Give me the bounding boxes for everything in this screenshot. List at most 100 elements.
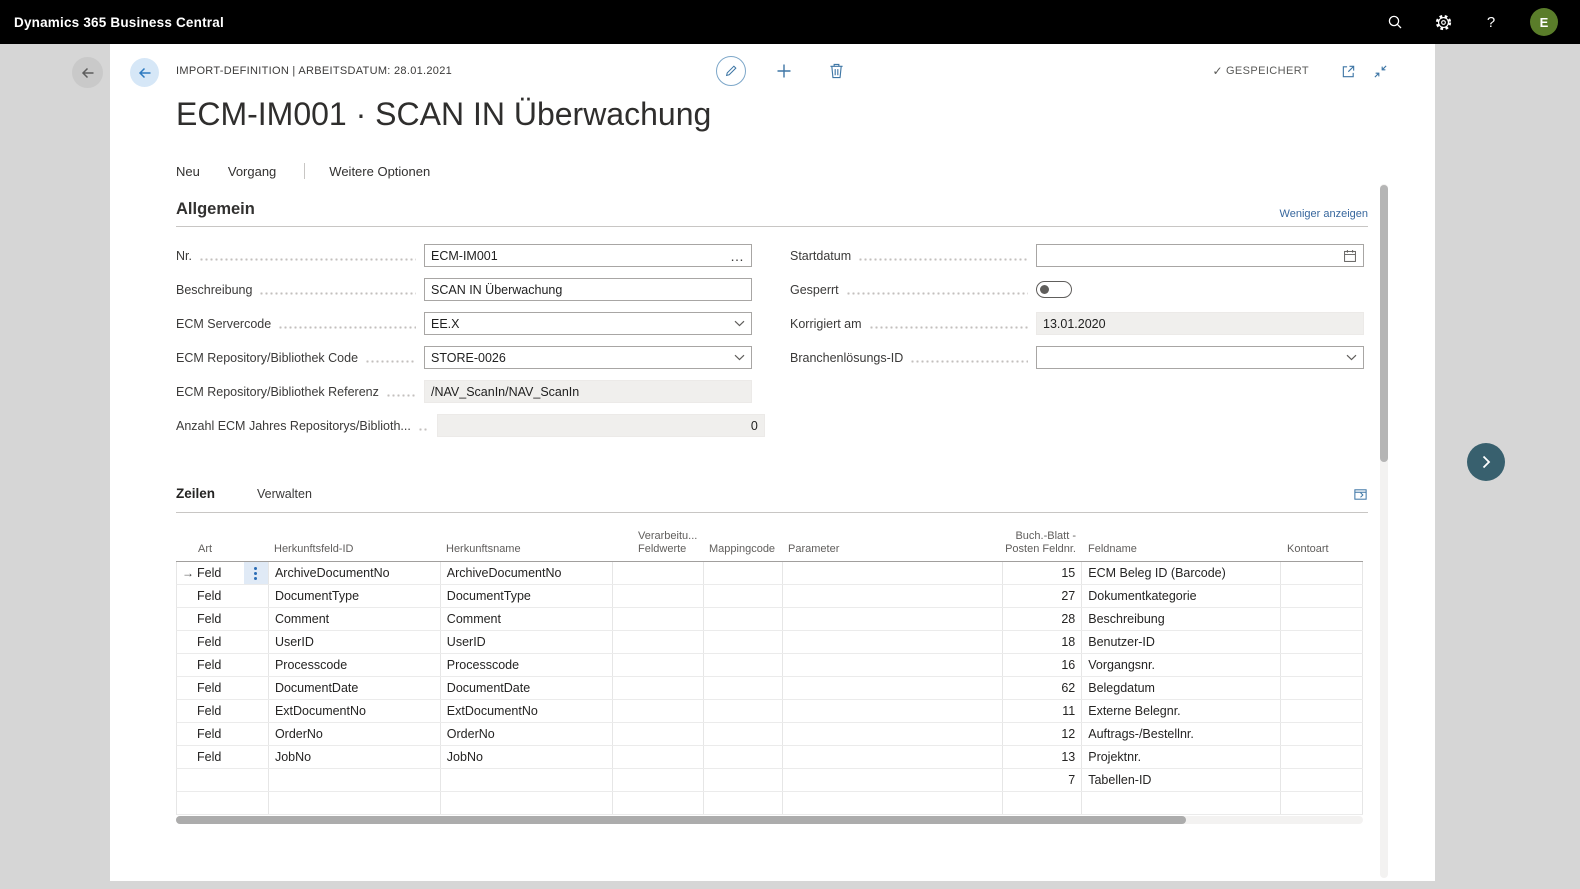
cell-feldnr[interactable]: 28	[1003, 608, 1082, 630]
cell-param[interactable]	[783, 677, 1004, 699]
cell-mapping[interactable]	[704, 585, 783, 607]
cell-art[interactable]: Feld	[177, 746, 244, 768]
cell-hfid[interactable]: DocumentDate	[269, 677, 441, 699]
cell-feldname[interactable]: Projektnr.	[1082, 746, 1281, 768]
cell-feldnr[interactable]: 7	[1003, 769, 1082, 791]
cell-feldname[interactable]: Auftrags-/Bestellnr.	[1082, 723, 1281, 745]
column-header-verarb[interactable]: Verarbeitu...Feldwerte	[612, 520, 703, 561]
cell-hfid[interactable]: Processcode	[269, 654, 441, 676]
cell-param[interactable]	[783, 769, 1004, 791]
edit-button[interactable]	[716, 56, 746, 86]
cell-hname[interactable]: DocumentType	[441, 585, 613, 607]
cell-hname[interactable]: ExtDocumentNo	[441, 700, 613, 722]
cell-hfid[interactable]: ArchiveDocumentNo	[269, 562, 441, 584]
table-row[interactable]: FeldProcesscodeProcesscode16Vorgangsnr.	[176, 654, 1363, 677]
cell-feldnr[interactable]: 16	[1003, 654, 1082, 676]
cell-feldname[interactable]: Belegdatum	[1082, 677, 1281, 699]
page-back-button[interactable]	[130, 58, 159, 87]
cell-hfid[interactable]: DocumentType	[269, 585, 441, 607]
cell-kontoart[interactable]	[1281, 585, 1363, 607]
cell-dots[interactable]	[244, 769, 269, 791]
repo-code-field[interactable]	[424, 346, 752, 369]
table-row[interactable]: FeldCommentComment28Beschreibung	[176, 608, 1363, 631]
cell-hname[interactable]: OrderNo	[441, 723, 613, 745]
column-header-feldnr[interactable]: Buch.-Blatt -Posten Feldnr.	[1003, 520, 1082, 561]
table-row[interactable]: →FeldArchiveDocumentNoArchiveDocumentNo1…	[176, 562, 1363, 585]
cell-mapping[interactable]	[704, 723, 783, 745]
calendar-icon[interactable]	[1343, 249, 1357, 263]
cell-feldname[interactable]: Dokumentkategorie	[1082, 585, 1281, 607]
menu-vorgang[interactable]: Vorgang	[228, 164, 276, 179]
menu-weitere-optionen[interactable]: Weitere Optionen	[329, 164, 430, 179]
cell-verarb[interactable]	[613, 631, 704, 653]
cell-dots[interactable]	[244, 608, 269, 630]
column-header-hfid[interactable]: Herkunftsfeld-ID	[268, 520, 440, 561]
cell-feldname[interactable]: ECM Beleg ID (Barcode)	[1082, 562, 1281, 584]
horizontal-scrollbar[interactable]	[176, 816, 1363, 824]
cell-feldnr[interactable]: 11	[1003, 700, 1082, 722]
cell-feldnr[interactable]: 12	[1003, 723, 1082, 745]
cell-art[interactable]: Feld	[177, 723, 244, 745]
table-row[interactable]: FeldJobNoJobNo13Projektnr.	[176, 746, 1363, 769]
cell-hname[interactable]: DocumentDate	[441, 677, 613, 699]
cell-hname[interactable]: JobNo	[441, 746, 613, 768]
horizontal-scrollbar-thumb[interactable]	[176, 816, 1186, 824]
cell-kontoart[interactable]	[1281, 723, 1363, 745]
cell-feldnr[interactable]: 15	[1003, 562, 1082, 584]
cell-verarb[interactable]	[613, 562, 704, 584]
cell-feldnr[interactable]	[1003, 792, 1082, 814]
cell-art[interactable]	[177, 792, 244, 814]
chevron-down-icon[interactable]	[734, 354, 745, 361]
cell-art[interactable]: Feld	[177, 654, 244, 676]
open-in-new-window-icon[interactable]	[1337, 60, 1359, 82]
cell-mapping[interactable]	[704, 792, 783, 814]
cell-kontoart[interactable]	[1281, 608, 1363, 630]
cell-kontoart[interactable]	[1281, 654, 1363, 676]
cell-param[interactable]	[783, 746, 1004, 768]
cell-hname[interactable]	[441, 792, 613, 814]
cell-art[interactable]	[177, 769, 244, 791]
cell-param[interactable]	[783, 723, 1004, 745]
cell-param[interactable]	[783, 700, 1004, 722]
cell-dots[interactable]	[244, 792, 269, 814]
cell-verarb[interactable]	[613, 723, 704, 745]
cell-hname[interactable]: Processcode	[441, 654, 613, 676]
cell-kontoart[interactable]	[1281, 677, 1363, 699]
row-menu-icon[interactable]	[254, 572, 257, 575]
cell-dots[interactable]	[244, 585, 269, 607]
table-row[interactable]: FeldDocumentTypeDocumentType27Dokumentka…	[176, 585, 1363, 608]
cell-verarb[interactable]	[613, 608, 704, 630]
nr-field[interactable]: …	[424, 244, 752, 267]
new-button[interactable]	[770, 57, 798, 85]
cell-kontoart[interactable]	[1281, 700, 1363, 722]
vertical-scrollbar-thumb[interactable]	[1380, 185, 1388, 462]
cell-hfid[interactable]: OrderNo	[269, 723, 441, 745]
cell-kontoart[interactable]	[1281, 769, 1363, 791]
repo-code-input[interactable]	[431, 351, 730, 365]
cell-param[interactable]	[783, 585, 1004, 607]
column-header-mapping[interactable]: Mappingcode	[703, 520, 782, 561]
assist-edit-icon[interactable]: …	[730, 251, 745, 261]
open-lines-in-window-icon[interactable]	[1353, 487, 1368, 502]
cell-hname[interactable]	[441, 769, 613, 791]
lines-manage-menu[interactable]: Verwalten	[257, 487, 312, 501]
cell-feldname[interactable]: Externe Belegnr.	[1082, 700, 1281, 722]
cell-verarb[interactable]	[613, 654, 704, 676]
cell-dots[interactable]	[244, 700, 269, 722]
cell-verarb[interactable]	[613, 585, 704, 607]
cell-feldname[interactable]: Benutzer-ID	[1082, 631, 1281, 653]
cell-feldnr[interactable]: 18	[1003, 631, 1082, 653]
cell-feldname[interactable]	[1082, 792, 1281, 814]
collapse-view-icon[interactable]	[1369, 60, 1391, 82]
column-header-feldname[interactable]: Feldname	[1082, 520, 1281, 561]
column-header-param[interactable]: Parameter	[782, 520, 1003, 561]
beschreibung-field[interactable]	[424, 278, 752, 301]
cell-mapping[interactable]	[704, 700, 783, 722]
cell-dots[interactable]	[244, 654, 269, 676]
cell-hname[interactable]: Comment	[441, 608, 613, 630]
app-title[interactable]: Dynamics 365 Business Central	[0, 15, 224, 30]
cell-dots[interactable]	[244, 631, 269, 653]
cell-hname[interactable]: UserID	[441, 631, 613, 653]
cell-mapping[interactable]	[704, 677, 783, 699]
cell-dots[interactable]	[244, 562, 269, 584]
